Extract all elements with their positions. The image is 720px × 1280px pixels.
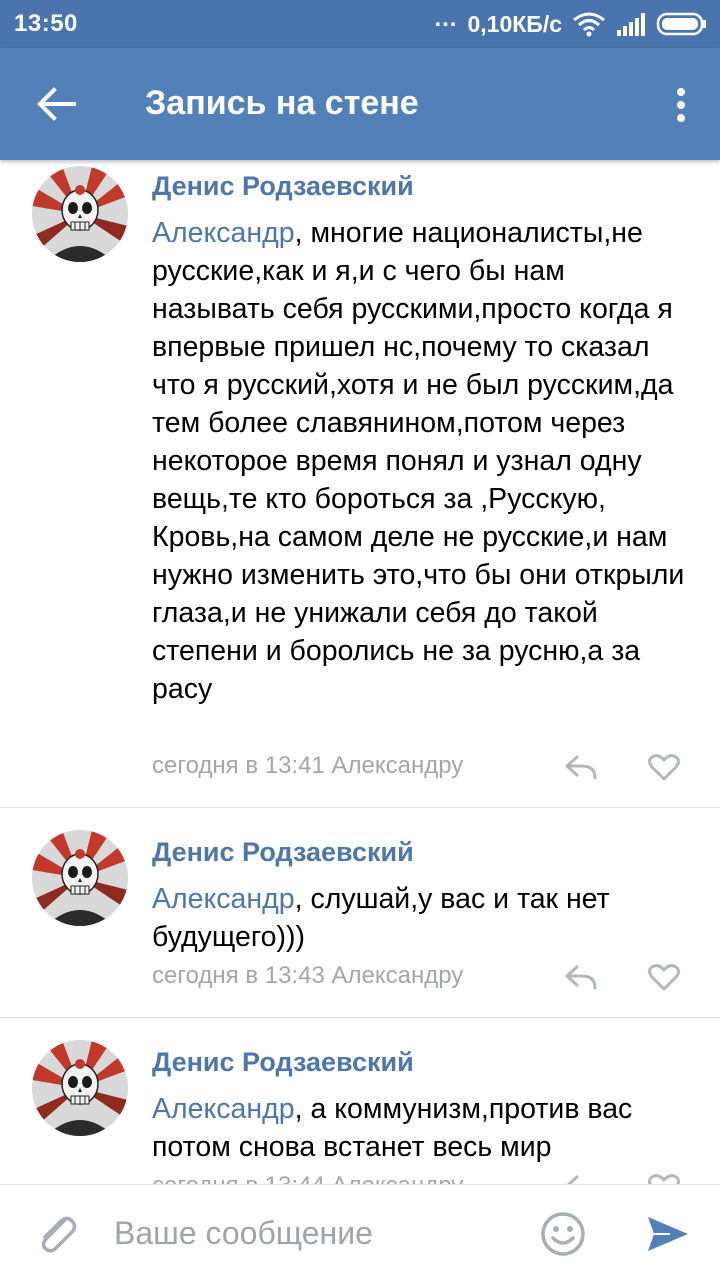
heart-icon[interactable] (648, 963, 680, 991)
avatar-skull-image (32, 1040, 128, 1136)
signal-icon (617, 13, 645, 36)
more-options-button[interactable] (666, 82, 696, 128)
wifi-icon (573, 12, 605, 37)
comment-meta: сегодня в 13:41 Александру (152, 752, 464, 779)
comments-list[interactable]: Денис Родзаевский Александр, многие наци… (0, 160, 720, 1184)
status-bar: 13:50 ... 0,10КБ/с (0, 0, 720, 48)
reply-icon[interactable] (564, 963, 598, 991)
comment-text: Александр, слушай,у вас и так нет будуще… (152, 880, 692, 956)
status-time: 13:50 (14, 10, 78, 37)
battery-icon (656, 12, 706, 36)
status-indicators: ... 0,10КБ/с (434, 5, 708, 40)
avatar[interactable] (32, 166, 128, 262)
more-vertical-icon (677, 88, 685, 122)
avatar-skull-image (32, 166, 128, 262)
comment-meta: сегодня в 13:43 Александру (152, 962, 464, 989)
reply-to-link[interactable]: Александр (152, 1093, 295, 1125)
message-composer (0, 1184, 720, 1280)
comment-meta: сегодня в 13:44 Александру (152, 1172, 463, 1184)
comment-body: , многие националисты,не русские,как и я… (152, 217, 685, 705)
status-dots: ... (434, 5, 458, 32)
smiley-icon[interactable] (540, 1211, 586, 1257)
network-speed: 0,10КБ/с (467, 10, 562, 37)
comment-text: Александр, а коммунизм,против вас потом … (152, 1090, 692, 1166)
app-bar: Запись на стене (0, 48, 720, 160)
arrow-left-icon (37, 87, 76, 121)
comment-author[interactable]: Денис Родзаевский (152, 1047, 414, 1078)
comment-author[interactable]: Денис Родзаевский (152, 171, 414, 202)
comment-item: Денис Родзаевский Александр, многие наци… (0, 160, 720, 808)
message-input[interactable] (114, 1209, 514, 1257)
paperclip-icon[interactable] (34, 1211, 80, 1257)
heart-icon[interactable] (648, 1173, 680, 1184)
avatar-skull-image (32, 830, 128, 926)
heart-icon[interactable] (648, 753, 680, 781)
page-title: Запись на стене (145, 84, 419, 122)
comment-item: Денис Родзаевский Александр, а коммунизм… (0, 1018, 720, 1184)
comment-text: Александр, многие националисты,не русски… (152, 214, 692, 708)
back-button[interactable] (28, 78, 84, 130)
reply-icon[interactable] (564, 1173, 598, 1184)
comment-author[interactable]: Денис Родзаевский (152, 837, 414, 868)
comment-item: Денис Родзаевский Александр, слушай,у ва… (0, 808, 720, 1018)
avatar[interactable] (32, 830, 128, 926)
send-icon[interactable] (644, 1211, 690, 1257)
reply-to-link[interactable]: Александр (152, 883, 295, 915)
reply-to-link[interactable]: Александр (152, 217, 295, 249)
reply-icon[interactable] (564, 753, 598, 781)
avatar[interactable] (32, 1040, 128, 1136)
